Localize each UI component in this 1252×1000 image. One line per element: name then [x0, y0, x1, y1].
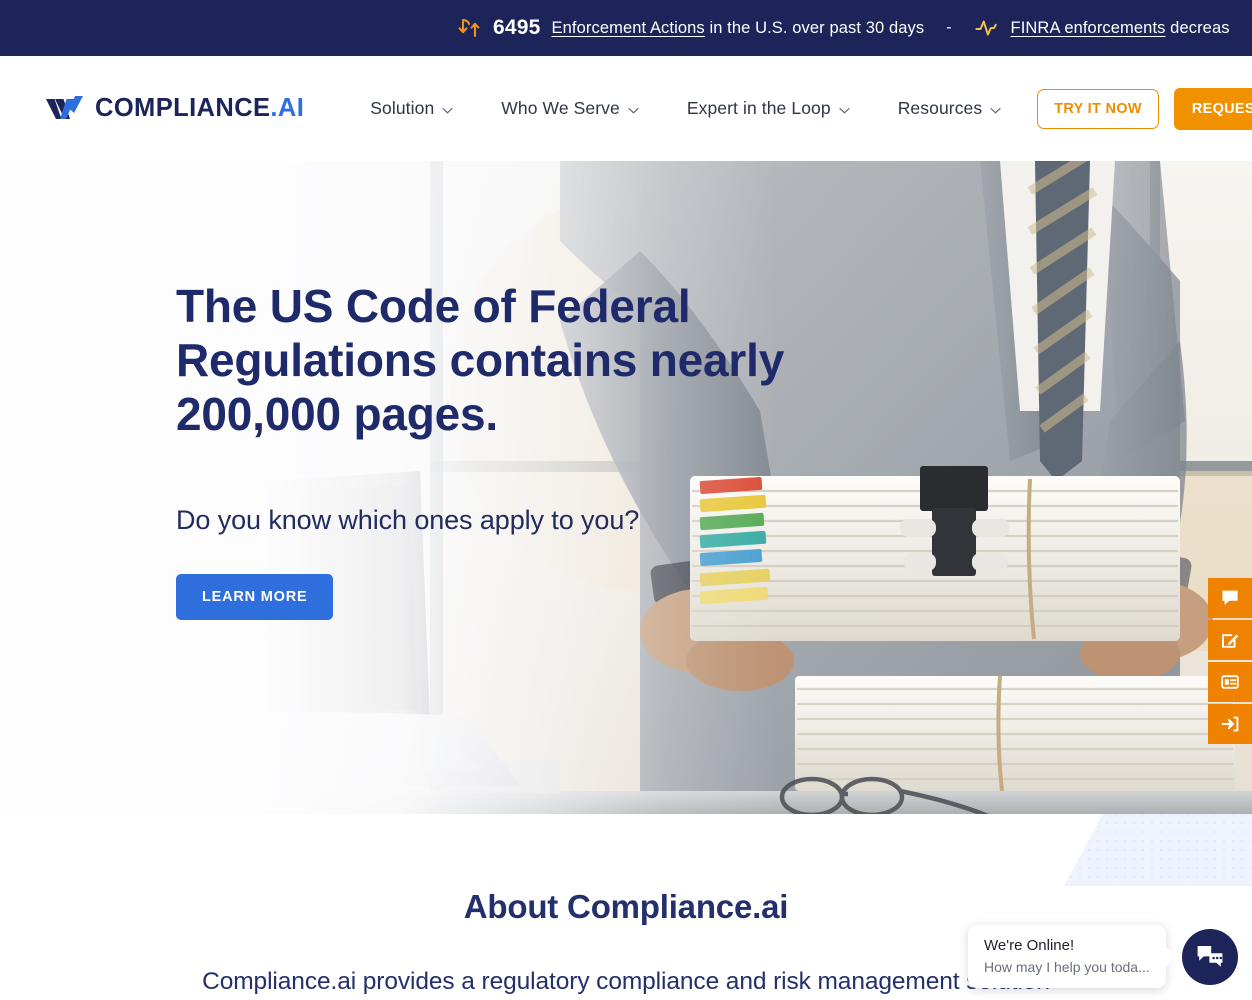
- logo-suffix: AI: [277, 94, 305, 122]
- logo-mark-icon: [44, 91, 84, 127]
- updown-arrows-icon: [456, 15, 482, 41]
- form-card-icon: [1220, 672, 1240, 692]
- hero-content: The US Code of Federal Regulations conta…: [176, 279, 816, 620]
- login-arrow-icon: [1220, 714, 1240, 734]
- ticker-link[interactable]: FINRA enforcements: [1011, 19, 1166, 37]
- ticker-link[interactable]: Enforcement Actions: [552, 19, 705, 37]
- pulse-line-icon: [974, 15, 1000, 41]
- pencil-edit-icon: [1220, 630, 1240, 650]
- logo-word: COMPLIANCE: [95, 94, 271, 122]
- logo-dot: .: [270, 94, 278, 122]
- chevron-down-icon: [839, 98, 850, 119]
- ticker-item[interactable]: FINRA enforcements decreas: [974, 15, 1230, 41]
- nav-item-expert-in-the-loop[interactable]: Expert in the Loop: [663, 98, 874, 119]
- ticker-item[interactable]: 6495 Enforcement Actions in the U.S. ove…: [456, 15, 924, 41]
- ticker-count: 6495: [493, 16, 541, 39]
- form-rail-button[interactable]: [1208, 662, 1252, 702]
- request-demo-button[interactable]: REQUEST DEMO: [1173, 87, 1252, 130]
- logo-text: COMPLIANCE.AI: [95, 94, 304, 123]
- about-heading: About Compliance.ai: [463, 888, 789, 925]
- nav-item-who-we-serve[interactable]: Who We Serve: [477, 98, 663, 119]
- nav-item-resources[interactable]: Resources: [874, 98, 1026, 119]
- try-it-now-button[interactable]: TRY IT NOW: [1037, 88, 1159, 129]
- nav-label: Expert in the Loop: [686, 98, 831, 118]
- ticker-rest: in the U.S. over past 30 days: [704, 18, 925, 37]
- main-nav: Solution Who We Serve Expert in the Loop…: [370, 87, 1252, 130]
- nav-label: Resources: [897, 98, 983, 118]
- nav-label: Solution: [370, 98, 435, 118]
- news-ticker-bar: 6495 Enforcement Actions in the U.S. ove…: [0, 0, 1252, 56]
- ticker-headline: FINRA enforcements decreas: [1011, 19, 1230, 38]
- ticker-separator: -: [946, 19, 952, 36]
- live-chat-widget: We're Online! How may I help you toda...: [968, 925, 1238, 988]
- chevron-down-icon: [990, 98, 1001, 119]
- login-rail-button[interactable]: [1208, 704, 1252, 744]
- site-header: COMPLIANCE.AI Solution Who We Serve Expe…: [0, 56, 1252, 161]
- chat-launcher-button[interactable]: [1182, 928, 1238, 985]
- hero-headline: The US Code of Federal Regulations conta…: [176, 280, 785, 440]
- chevron-down-icon: [442, 98, 453, 119]
- chat-prompt-text: How may I help you toda...: [984, 959, 1150, 975]
- nav-item-solution[interactable]: Solution: [370, 98, 477, 119]
- chat-status-text: We're Online!: [984, 937, 1075, 954]
- nav-label: Who We Serve: [501, 98, 620, 118]
- chat-tooltip[interactable]: We're Online! How may I help you toda...: [968, 925, 1166, 988]
- chevron-down-icon: [628, 98, 639, 119]
- chat-bubbles-icon: [1196, 944, 1224, 970]
- hero-section: The US Code of Federal Regulations conta…: [0, 161, 1252, 814]
- feedback-rail-button[interactable]: [1208, 578, 1252, 618]
- ticker-headline: Enforcement Actions in the U.S. over pas…: [552, 19, 925, 38]
- chat-bubble-icon: [1220, 588, 1240, 608]
- edit-rail-button[interactable]: [1208, 620, 1252, 660]
- logo[interactable]: COMPLIANCE.AI: [44, 91, 304, 127]
- ticker-rest: decreas: [1165, 18, 1230, 37]
- learn-more-button[interactable]: LEARN MORE: [176, 574, 334, 620]
- floating-action-rail: [1208, 578, 1252, 744]
- ticker-track: 6495 Enforcement Actions in the U.S. ove…: [0, 15, 1230, 41]
- hero-subheadline: Do you know which ones apply to you?: [176, 505, 640, 535]
